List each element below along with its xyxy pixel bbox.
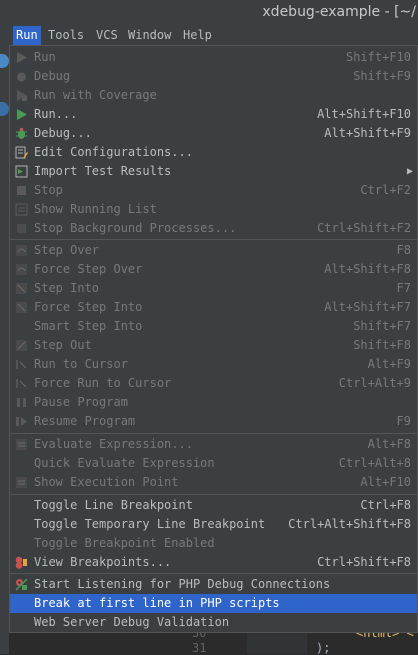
run-menu-dropdown: Run Shift+F10 Debug Shift+F9 Run with Co… — [9, 45, 418, 633]
menu-separator — [10, 494, 417, 495]
submenu-arrow-icon: ▶ — [406, 166, 413, 177]
menu-run[interactable]: Run — [13, 26, 41, 45]
menu-item-run-to-cursor[interactable]: Run to Cursor Alt+F9 — [10, 355, 417, 374]
menu-item-step-out[interactable]: Step Out Shift+F8 — [10, 336, 417, 355]
menu-item-evaluate-expression[interactable]: Evaluate Expression... Alt+F8 — [10, 435, 417, 454]
menu-item-step-over[interactable]: Step Over F8 — [10, 241, 417, 260]
edit-config-icon — [15, 146, 28, 159]
menu-item-toggle-temporary-line-breakpoint[interactable]: Toggle Temporary Line Breakpoint Ctrl+Al… — [10, 515, 417, 534]
project-icon[interactable] — [0, 54, 9, 68]
menu-window[interactable]: Window — [128, 26, 171, 45]
menu-item-quick-evaluate-expression[interactable]: Quick Evaluate Expression Ctrl+Alt+8 — [10, 454, 417, 473]
menu-separator — [10, 433, 417, 434]
force-run-to-cursor-icon — [16, 379, 27, 388]
debug-icon — [16, 127, 27, 139]
php-listen-icon — [15, 578, 28, 591]
menu-item-toggle-line-breakpoint[interactable]: Toggle Line Breakpoint Ctrl+F8 — [10, 496, 417, 515]
menu-item-run[interactable]: Run Shift+F10 — [10, 48, 417, 67]
menu-item-force-run-to-cursor[interactable]: Force Run to Cursor Ctrl+Alt+9 — [10, 374, 417, 393]
menu-separator — [10, 239, 417, 240]
menu-item-toggle-breakpoint-enabled[interactable]: Toggle Breakpoint Enabled — [10, 534, 417, 553]
window-title: xdebug-example - [~/ — [262, 4, 416, 20]
menu-item-stop[interactable]: Stop Ctrl+F2 — [10, 181, 417, 200]
menu-item-stop-background-processes[interactable]: Stop Background Processes... Ctrl+Shift+… — [10, 219, 417, 238]
menu-item-show-execution-point[interactable]: Show Execution Point Alt+F10 — [10, 473, 417, 492]
menu-item-edit-configurations[interactable]: Edit Configurations... — [10, 143, 417, 162]
menu-item-force-step-over[interactable]: Force Step Over Alt+Shift+F8 — [10, 260, 417, 279]
menu-item-debug[interactable]: Debug Shift+F9 — [10, 67, 417, 86]
run-icon — [17, 109, 27, 120]
menu-item-show-running-list[interactable]: Show Running List — [10, 200, 417, 219]
menu-item-web-server-debug-validation[interactable]: Web Server Debug Validation — [10, 613, 417, 632]
stop-bg-icon — [17, 224, 26, 233]
menu-bar: Run Tools VCS Window Help — [0, 26, 418, 45]
force-step-over-icon — [16, 264, 27, 275]
resume-icon — [16, 417, 27, 426]
structure-icon[interactable] — [0, 102, 9, 116]
menu-item-step-into[interactable]: Step Into F7 — [10, 279, 417, 298]
step-into-icon — [16, 283, 27, 294]
force-step-into-icon — [16, 302, 27, 313]
menu-item-resume-program[interactable]: Resume Program F9 — [10, 412, 417, 431]
list-icon — [15, 203, 28, 216]
coverage-icon — [17, 90, 27, 101]
menu-item-import-test-results[interactable]: Import Test Results ▶ — [10, 162, 417, 181]
menu-item-smart-step-into[interactable]: Smart Step Into Shift+F7 — [10, 317, 417, 336]
code-line: ); — [316, 641, 331, 655]
run-icon — [17, 52, 27, 63]
evaluate-icon — [16, 439, 27, 450]
menu-item-view-breakpoints[interactable]: View Breakpoints... Ctrl+Shift+F8 — [10, 553, 417, 572]
menu-item-pause-program[interactable]: Pause Program — [10, 393, 417, 412]
menu-item-start-listening-php-debug[interactable]: Start Listening for PHP Debug Connection… — [10, 575, 417, 594]
execution-point-icon — [16, 477, 27, 488]
menu-item-run-dialog[interactable]: Run... Alt+Shift+F10 — [10, 105, 417, 124]
import-icon — [15, 165, 28, 178]
debug-icon — [17, 72, 26, 82]
menu-tools[interactable]: Tools — [48, 26, 84, 45]
stop-icon — [17, 186, 26, 195]
left-tool-strip — [0, 45, 9, 654]
menu-separator — [10, 573, 417, 574]
menu-help[interactable]: Help — [183, 26, 212, 45]
menu-item-force-step-into[interactable]: Force Step Into Alt+Shift+F7 — [10, 298, 417, 317]
step-over-icon — [16, 245, 27, 256]
menu-item-run-with-coverage[interactable]: Run with Coverage — [10, 86, 417, 105]
menu-vcs[interactable]: VCS — [96, 26, 118, 45]
run-to-cursor-icon — [16, 360, 27, 369]
pause-icon — [17, 398, 26, 407]
menu-item-debug-dialog[interactable]: Debug... Alt+Shift+F9 — [10, 124, 417, 143]
title-bar: xdebug-example - [~/ — [0, 0, 418, 26]
menu-item-break-at-first-line[interactable]: Break at first line in PHP scripts — [10, 594, 417, 613]
line-number: 31 — [192, 641, 207, 655]
step-out-icon — [16, 340, 27, 351]
breakpoints-icon — [15, 556, 27, 569]
